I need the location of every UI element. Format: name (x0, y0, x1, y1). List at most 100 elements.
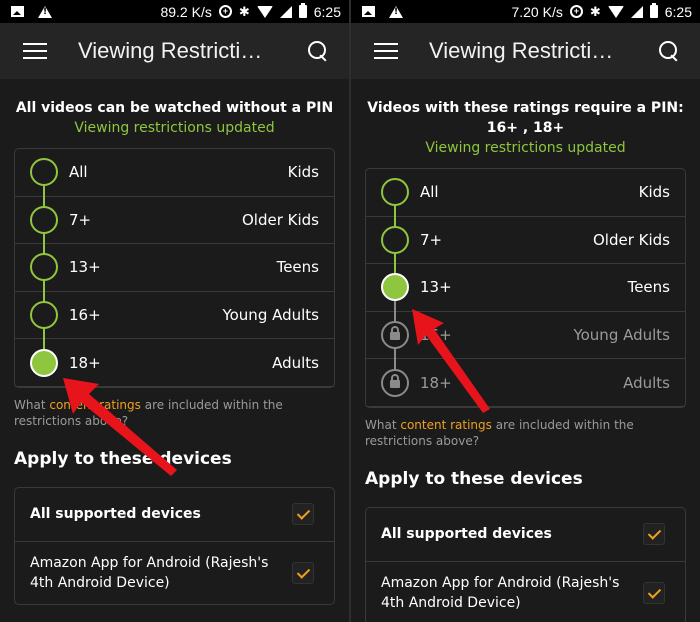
devices-list: All supported devices Amazon App for And… (365, 506, 686, 622)
screenshots: 89.2 K/s + ✱ 6:25 Viewing Restricti… All… (0, 0, 700, 622)
rating-restrictions-list: All Kids 7+ Older Kids 13+ Teens 16+ Young Adul… (14, 148, 335, 388)
rating-row-13-plus[interactable]: 13+ Teens (366, 264, 685, 312)
rating-label: Kids (287, 163, 319, 182)
rating-row-18-plus[interactable]: 18+ Adults (366, 359, 685, 407)
battery-icon (298, 3, 307, 18)
update-status: Viewing restrictions updated (74, 120, 275, 136)
rating-row-all[interactable]: All Kids (366, 169, 685, 217)
main-content: Videos with these ratings require a PIN:… (351, 98, 700, 622)
wifi-icon (607, 5, 624, 18)
clock: 6:25 (313, 3, 341, 20)
checkbox-checked[interactable] (643, 581, 665, 604)
rating-label: Kids (638, 183, 670, 202)
status-bar: 89.2 K/s + ✱ 6:25 (0, 0, 349, 23)
page-title: Viewing Restricti… (78, 38, 263, 63)
warning-icon (38, 5, 52, 18)
rating-label: Young Adults (222, 306, 319, 325)
device-row-all-supported[interactable]: All supported devices (366, 508, 685, 562)
rating-code: 18+ (69, 353, 101, 372)
rating-row-16-plus[interactable]: 16+ Young Adults (15, 292, 334, 340)
rating-row-16-plus[interactable]: 16+ Young Adults (366, 312, 685, 360)
open-node-icon[interactable] (30, 205, 58, 234)
bluetooth-icon: ✱ (589, 3, 601, 19)
open-node-icon[interactable] (30, 253, 58, 282)
lock-icon (390, 326, 400, 341)
rating-label: Adults (623, 373, 670, 392)
device-label: All supported devices (30, 506, 201, 523)
battery-icon (649, 3, 658, 18)
rating-row-7-plus[interactable]: 7+ Older Kids (15, 197, 334, 245)
devices-list: All supported devices Amazon App for And… (14, 486, 335, 605)
rating-code: 7+ (420, 230, 443, 249)
data-saver-icon: + (569, 5, 583, 18)
rating-row-7-plus[interactable]: 7+ Older Kids (366, 217, 685, 265)
device-row-android[interactable]: Amazon App for Android (Rajesh's 4th And… (15, 542, 334, 604)
locked-node-icon[interactable] (381, 368, 409, 397)
cell-signal-icon (630, 5, 643, 18)
rating-label: Teens (627, 278, 670, 297)
network-speed: 7.20 K/s (511, 3, 563, 20)
rating-code: 16+ (420, 326, 452, 345)
rating-label: Older Kids (242, 210, 319, 229)
rating-label: Teens (276, 258, 319, 277)
search-icon[interactable] (307, 40, 329, 62)
hamburger-menu-icon[interactable] (23, 43, 47, 59)
rating-row-all[interactable]: All Kids (15, 149, 334, 197)
main-content: All videos can be watched without a PIN … (0, 98, 349, 605)
cell-signal-icon (279, 5, 292, 18)
rating-code: 7+ (69, 210, 92, 229)
rating-code: 18+ (420, 373, 452, 392)
rating-code: All (420, 183, 439, 202)
content-ratings-link[interactable]: content ratings (400, 418, 492, 432)
wifi-icon (256, 5, 273, 18)
open-node-icon[interactable] (30, 301, 58, 330)
open-node-icon[interactable] (30, 158, 58, 187)
page-title: Viewing Restricti… (429, 38, 614, 63)
rating-label: Adults (272, 353, 319, 372)
rating-code: 13+ (69, 258, 101, 277)
image-notification-icon (11, 6, 24, 17)
device-label: Amazon App for Android (Rajesh's 4th And… (381, 574, 620, 611)
checkbox-checked[interactable] (292, 561, 314, 584)
devices-heading: Apply to these devices (365, 468, 583, 489)
content-ratings-help: What content ratings are included within… (365, 417, 634, 448)
rating-row-13-plus[interactable]: 13+ Teens (15, 244, 334, 292)
rating-row-18-plus[interactable]: 18+ Adults (15, 339, 334, 387)
app-toolbar: Viewing Restricti… (0, 23, 349, 79)
screen-after: 7.20 K/s + ✱ 6:25 Viewing Restricti… Vid… (351, 0, 700, 622)
devices-heading: Apply to these devices (14, 448, 232, 469)
bluetooth-icon: ✱ (238, 3, 250, 19)
rating-label: Older Kids (593, 230, 670, 249)
checkbox-checked[interactable] (643, 523, 665, 546)
content-ratings-help: What content ratings are included within… (14, 397, 283, 428)
pin-summary: Videos with these ratings require a PIN:… (367, 100, 684, 136)
warning-icon (389, 5, 403, 18)
device-label: Amazon App for Android (Rajesh's 4th And… (30, 554, 269, 591)
open-node-icon[interactable] (381, 178, 409, 207)
data-saver-icon: + (218, 5, 232, 18)
rating-code: 13+ (420, 278, 452, 297)
clock: 6:25 (664, 3, 692, 20)
device-row-all-supported[interactable]: All supported devices (15, 488, 334, 542)
rating-code: 16+ (69, 306, 101, 325)
status-bar: 7.20 K/s + ✱ 6:25 (351, 0, 700, 23)
content-ratings-link[interactable]: content ratings (49, 398, 141, 412)
selected-node-icon[interactable] (381, 273, 409, 302)
checkbox-checked[interactable] (292, 503, 314, 526)
rating-restrictions-list: All Kids 7+ Older Kids 13+ Teens 16+ Young Adul… (365, 168, 686, 408)
app-toolbar: Viewing Restricti… (351, 23, 700, 79)
network-speed: 89.2 K/s (160, 3, 212, 20)
lock-icon (390, 373, 400, 388)
update-status: Viewing restrictions updated (425, 140, 626, 156)
screen-before: 89.2 K/s + ✱ 6:25 Viewing Restricti… All… (0, 0, 349, 622)
selected-node-icon[interactable] (30, 348, 58, 377)
locked-node-icon[interactable] (381, 321, 409, 350)
search-icon[interactable] (658, 40, 680, 62)
open-node-icon[interactable] (381, 225, 409, 254)
device-row-android[interactable]: Amazon App for Android (Rajesh's 4th And… (366, 562, 685, 622)
hamburger-menu-icon[interactable] (374, 43, 398, 59)
device-label: All supported devices (381, 526, 552, 543)
rating-label: Young Adults (573, 326, 670, 345)
rating-code: All (69, 163, 88, 182)
image-notification-icon (362, 6, 375, 17)
